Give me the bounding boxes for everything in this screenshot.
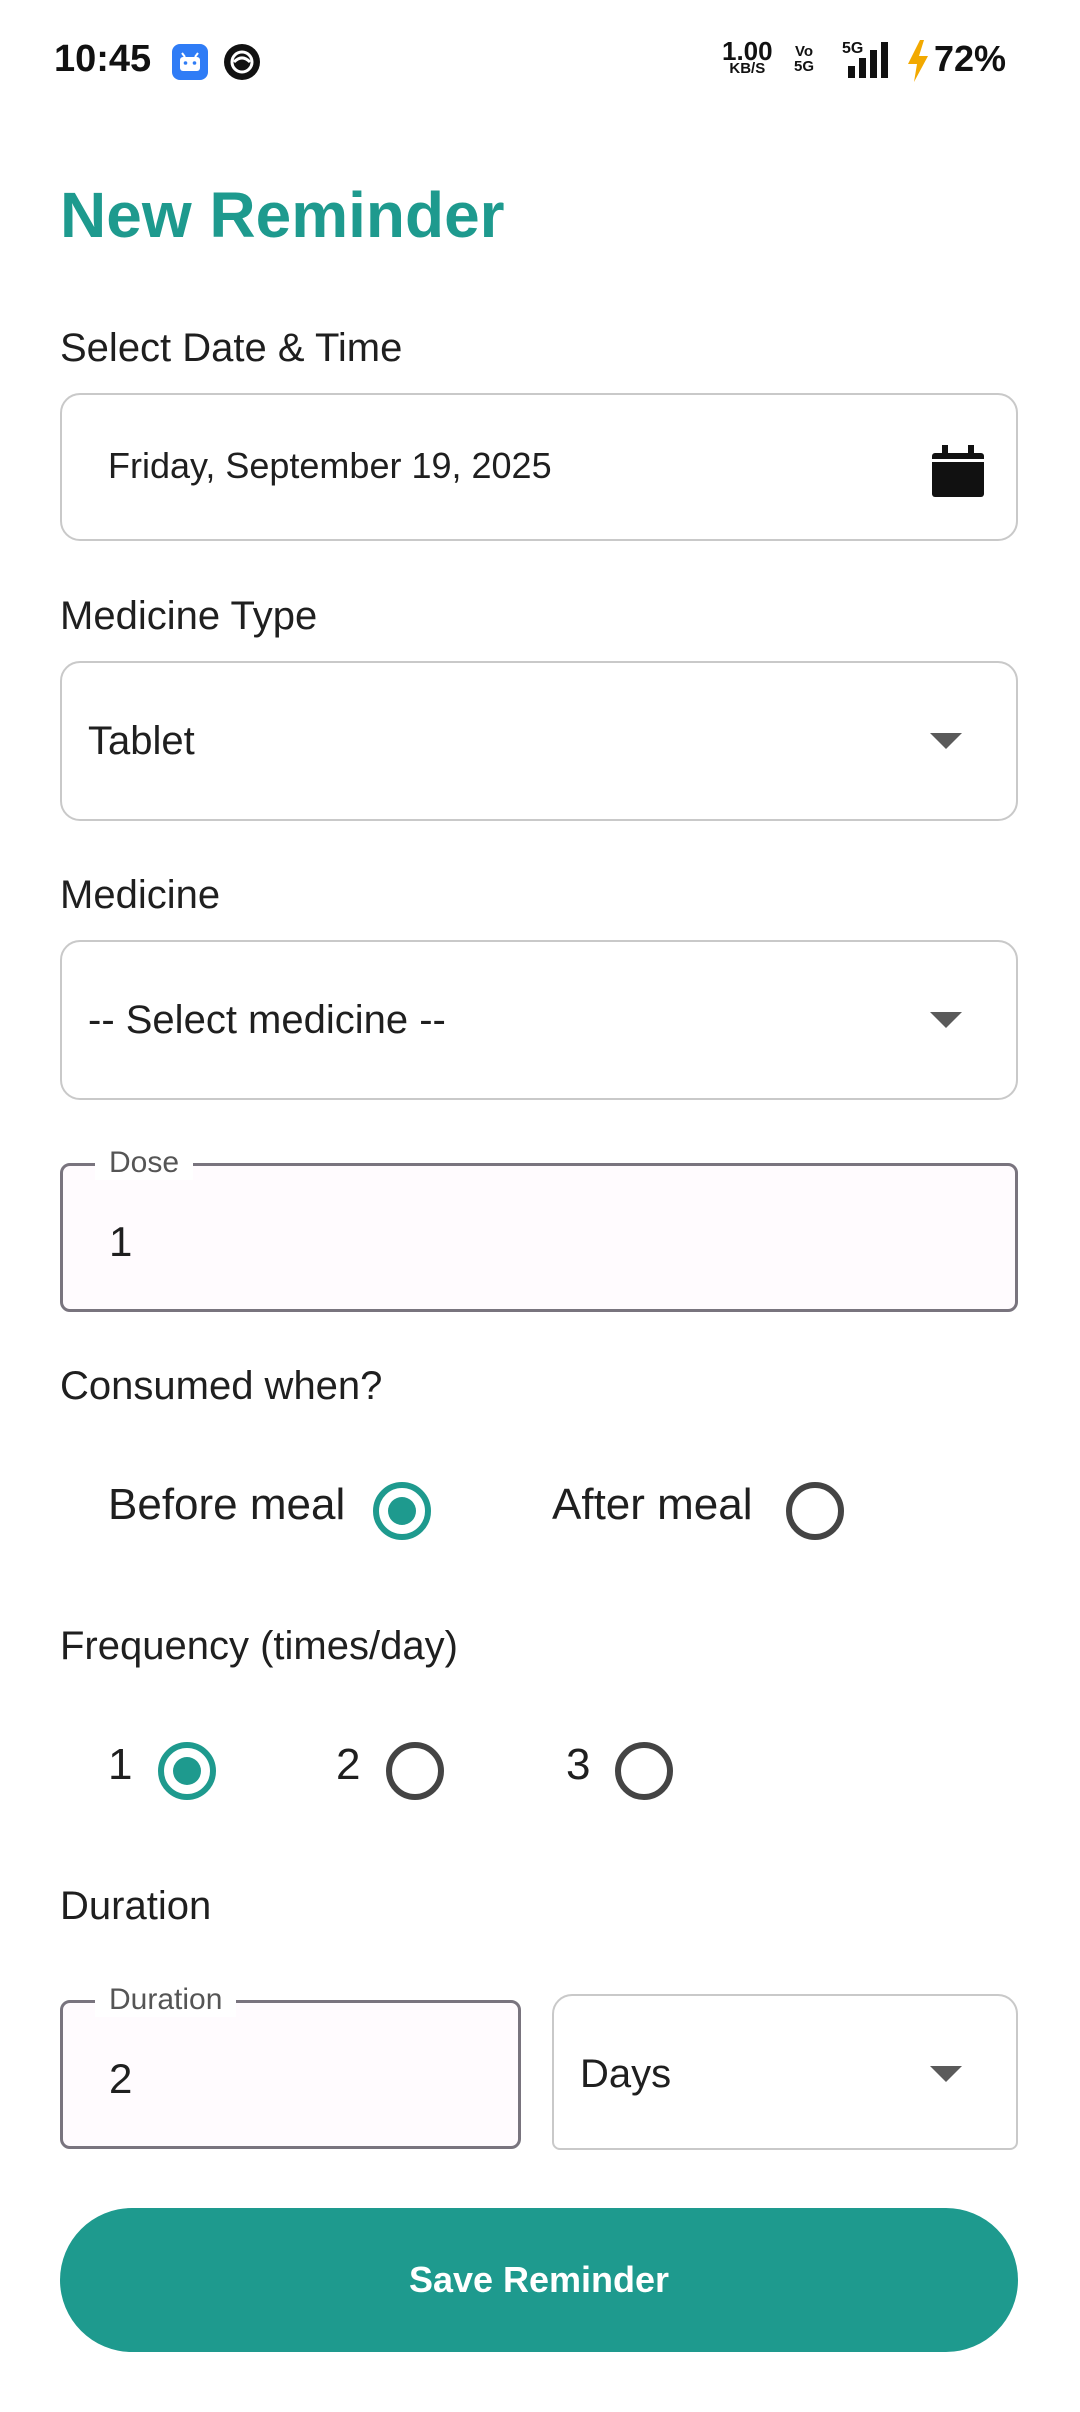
volte-top: Vo [794,43,814,60]
dose-value: 1 [109,1218,133,1265]
charging-icon [906,40,930,82]
battery-level: 72% [934,38,1007,79]
frequency-1-radio[interactable] [158,1742,216,1800]
calendar-icon[interactable] [930,445,986,504]
frequency-label: Frequency (times/day) [60,1624,458,1668]
duration-label: Duration [60,1884,212,1928]
duration-field-label: Duration [95,1983,237,2017]
date-picker-field[interactable]: Friday, September 19, 2025 [60,393,1018,541]
volte-indicator: Vo 5G [794,44,814,74]
app-notification-icon [224,44,260,80]
dose-input[interactable]: Dose 1 [60,1146,1018,1312]
frequency-3-radio[interactable] [615,1742,673,1800]
medicine-type-value: Tablet [88,719,195,763]
dose-field-label: Dose [95,1146,194,1180]
page-title: New Reminder [60,179,505,251]
medicine-value: -- Select medicine -- [88,998,446,1042]
duration-unit-value: Days [580,2052,672,2096]
frequency-3-label: 3 [566,1740,591,1789]
duration-value: 2 [109,2055,133,2102]
frequency-2-radio[interactable] [386,1742,444,1800]
after-meal-radio[interactable] [786,1482,844,1540]
network-speed-unit: KB/S [729,60,766,77]
signal-icon: 5G [842,40,902,80]
medicine-type-dropdown[interactable]: Tablet [60,661,1018,821]
consumed-when-label: Consumed when? [60,1364,383,1408]
network-speed: 1.00 KB/S [722,38,773,77]
medicine-type-label: Medicine Type [60,594,318,638]
consumed-when-group: Before meal After meal [0,1470,1080,1550]
frequency-2-label: 2 [336,1740,361,1789]
chevron-down-icon [930,2066,962,2082]
volte-bottom: 5G [794,58,815,75]
status-time: 10:45 [54,38,152,80]
chevron-down-icon [930,733,962,749]
selected-date: Friday, September 19, 2025 [108,445,552,486]
before-meal-radio[interactable] [373,1482,431,1540]
duration-unit-dropdown[interactable]: Days [552,1994,1018,2150]
medicine-dropdown[interactable]: -- Select medicine -- [60,940,1018,1100]
frequency-group: 1 2 3 [0,1730,1080,1810]
after-meal-label: After meal [552,1480,753,1529]
medicine-label: Medicine [60,873,221,917]
before-meal-label: Before meal [108,1480,346,1529]
save-reminder-button[interactable]: Save Reminder [60,2208,1018,2352]
android-notification-icon [172,44,208,80]
duration-input[interactable]: Duration 2 [60,1983,521,2149]
date-time-label: Select Date & Time [60,326,403,370]
chevron-down-icon [930,1012,962,1028]
frequency-1-label: 1 [108,1740,133,1789]
